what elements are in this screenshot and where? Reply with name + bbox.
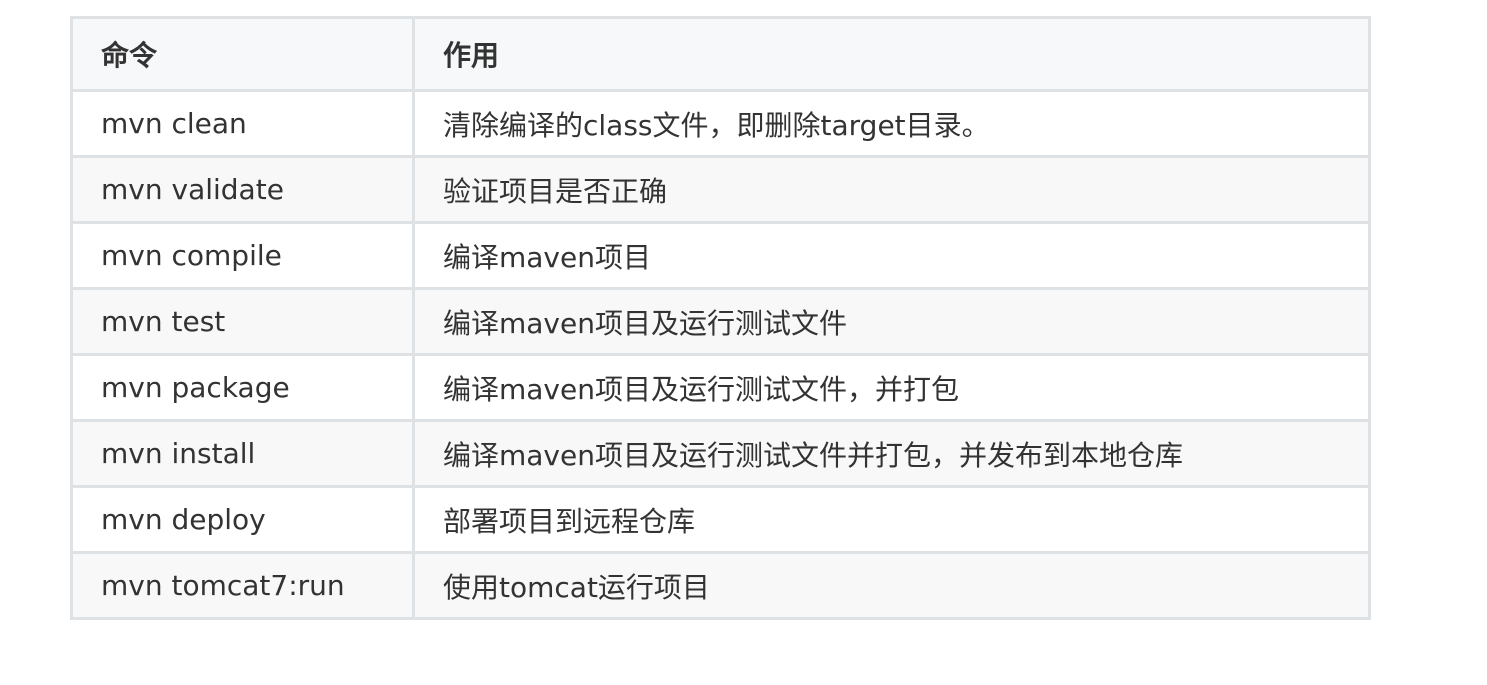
maven-commands-table: 命令 作用 mvn clean 清除编译的class文件，即删除target目录… (70, 16, 1371, 620)
command-cell: mvn package (70, 353, 415, 422)
command-cell: mvn compile (70, 221, 415, 290)
description-cell: 编译maven项目及运行测试文件并打包，并发布到本地仓库 (412, 419, 1371, 488)
table-row: mvn validate 验证项目是否正确 (70, 155, 1371, 224)
description-cell: 编译maven项目及运行测试文件，并打包 (412, 353, 1371, 422)
table-row: mvn install 编译maven项目及运行测试文件并打包，并发布到本地仓库 (70, 419, 1371, 488)
table-row: mvn package 编译maven项目及运行测试文件，并打包 (70, 353, 1371, 422)
command-cell: mvn test (70, 287, 415, 356)
command-cell: mvn deploy (70, 485, 415, 554)
table-header: 命令 作用 (70, 16, 1371, 92)
description-cell: 部署项目到远程仓库 (412, 485, 1371, 554)
table-row: mvn tomcat7:run 使用tomcat运行项目 (70, 551, 1371, 620)
description-cell: 使用tomcat运行项目 (412, 551, 1371, 620)
command-cell: mvn validate (70, 155, 415, 224)
command-cell: mvn install (70, 419, 415, 488)
header-description: 作用 (412, 16, 1371, 92)
table-body: mvn clean 清除编译的class文件，即删除target目录。 mvn … (70, 89, 1371, 620)
description-cell: 编译maven项目及运行测试文件 (412, 287, 1371, 356)
description-cell: 清除编译的class文件，即删除target目录。 (412, 89, 1371, 158)
header-command: 命令 (70, 16, 415, 92)
description-cell: 验证项目是否正确 (412, 155, 1371, 224)
command-cell: mvn tomcat7:run (70, 551, 415, 620)
description-cell: 编译maven项目 (412, 221, 1371, 290)
table-row: mvn compile 编译maven项目 (70, 221, 1371, 290)
header-row: 命令 作用 (70, 16, 1371, 92)
table-row: mvn clean 清除编译的class文件，即删除target目录。 (70, 89, 1371, 158)
table-row: mvn test 编译maven项目及运行测试文件 (70, 287, 1371, 356)
table-row: mvn deploy 部署项目到远程仓库 (70, 485, 1371, 554)
command-cell: mvn clean (70, 89, 415, 158)
